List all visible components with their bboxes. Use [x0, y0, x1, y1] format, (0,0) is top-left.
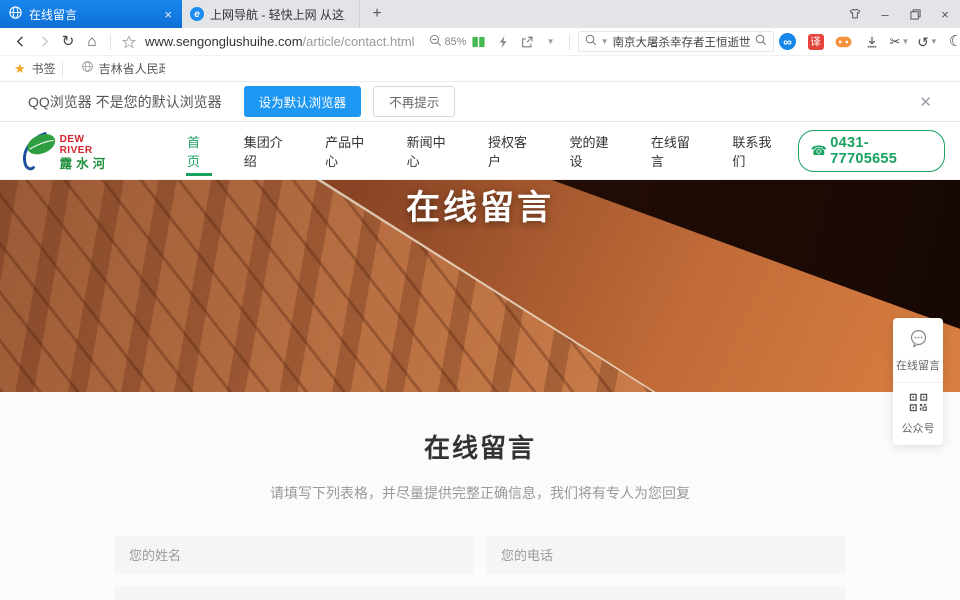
site-header: DEW RIVER 露水河 首页 集团介绍 产品中心 新闻中心 授权客户 党的建…: [0, 122, 960, 180]
search-box[interactable]: ▼ 南京大屠杀幸存者王恒逝世: [578, 31, 774, 52]
phone-icon: ☎: [811, 144, 828, 157]
nav-item-party-building[interactable]: 党的建设: [553, 122, 634, 179]
divider: [569, 34, 570, 50]
float-message-label: 在线留言: [896, 359, 940, 373]
theme-skin-icon[interactable]: [840, 0, 870, 28]
back-button[interactable]: [8, 30, 32, 54]
restore-button[interactable]: [900, 0, 930, 28]
message-bubble-icon: [908, 328, 929, 354]
address-bar[interactable]: www.sengonglushuihe.com/article/contact.…: [145, 34, 415, 49]
tab-title: 在线留言: [29, 6, 156, 23]
screenshot-scissors-icon[interactable]: ✂▼: [888, 30, 912, 54]
hero-banner: 在线留言: [0, 180, 960, 392]
translate-icon[interactable]: 译: [804, 30, 828, 54]
float-qr-label: 公众号: [902, 422, 935, 436]
divider: [110, 34, 111, 50]
message-section: 在线留言 请填写下列表格，并尽量提供完整正确信息，我们将有专人为您回复: [0, 428, 960, 600]
bookmark-item[interactable]: 吉林省人民政府网: [81, 60, 165, 78]
chevron-down-icon[interactable]: ▼: [539, 30, 563, 54]
home-button[interactable]: ⌂: [80, 30, 104, 54]
divider: [62, 61, 63, 77]
globe-icon: [8, 5, 23, 23]
phone-number: 0431-77705655: [830, 135, 932, 167]
reading-mode-icon[interactable]: [467, 30, 491, 54]
section-subtitle: 请填写下列表格，并尽量提供完整正确信息，我们将有专人为您回复: [0, 483, 960, 503]
nav-item-authorized-clients[interactable]: 授权客户: [472, 122, 553, 179]
phone-button[interactable]: ☎ 0431-77705655: [798, 130, 945, 172]
zoom-control[interactable]: 85%: [429, 34, 467, 50]
tab-bar: 在线留言 × e 上网导航 - 轻快上网 从这里开始 + – ×: [0, 0, 960, 28]
logo-text-cn: 露水河: [60, 157, 119, 171]
notification-close-icon[interactable]: ✕: [919, 93, 932, 111]
message-content-textarea[interactable]: [115, 586, 845, 600]
share-icon[interactable]: [515, 30, 539, 54]
search-icon: [585, 33, 597, 51]
tab-online-message[interactable]: 在线留言 ×: [0, 0, 182, 28]
logo-text-en: DEW RIVER: [60, 134, 119, 157]
notification-message: QQ浏览器 不是您的默认浏览器: [28, 92, 222, 112]
url-host: www.sengonglushuihe.com: [145, 34, 303, 49]
bookmarks-bar: ★ 书签 吉林省人民政府网: [0, 56, 960, 82]
dew-river-leaf-icon: [15, 128, 64, 174]
history-undo-icon[interactable]: ↺▼: [916, 30, 940, 54]
flash-lightning-icon[interactable]: [491, 30, 515, 54]
section-title: 在线留言: [0, 428, 960, 465]
hero-title: 在线留言: [0, 180, 960, 392]
nav-item-home[interactable]: 首页: [171, 122, 228, 179]
globe-icon: [81, 60, 94, 78]
toolbar-right-icons: ∞ 译 ✂▼ ↺▼ ☾ + ☰: [776, 30, 960, 54]
tab-title: 上网导航 - 轻快上网 从这里开始: [210, 6, 345, 23]
nav-item-products[interactable]: 产品中心: [309, 122, 390, 179]
nav-item-online-message[interactable]: 在线留言: [635, 122, 716, 179]
phone-input[interactable]: [487, 536, 845, 574]
web-page: DEW RIVER 露水河 首页 集团介绍 产品中心 新闻中心 授权客户 党的建…: [0, 122, 960, 600]
main-nav: 首页 集团介绍 产品中心 新闻中心 授权客户 党的建设 在线留言 联系我们: [171, 122, 798, 179]
search-engine-caret-icon[interactable]: ▼: [601, 37, 609, 46]
nav-item-contact-us[interactable]: 联系我们: [716, 122, 797, 179]
nav-item-news[interactable]: 新闻中心: [391, 122, 472, 179]
game-center-icon[interactable]: [832, 30, 856, 54]
browser-toolbar: ↻ ⌂ www.sengonglushuihe.com/article/cont…: [0, 28, 960, 56]
close-window-button[interactable]: ×: [930, 0, 960, 28]
qr-code-icon: [909, 393, 928, 417]
forward-button[interactable]: [32, 30, 56, 54]
default-browser-notification: QQ浏览器 不是您的默认浏览器 设为默认浏览器 不再提示 ✕: [0, 82, 960, 122]
tab-nav-portal[interactable]: e 上网导航 - 轻快上网 从这里开始: [182, 0, 360, 28]
minimize-button[interactable]: –: [870, 0, 900, 28]
qq-account-icon[interactable]: ∞: [776, 30, 800, 54]
dont-remind-button[interactable]: 不再提示: [373, 86, 455, 117]
search-hotword[interactable]: 南京大屠杀幸存者王恒逝世: [613, 34, 751, 50]
site-logo[interactable]: DEW RIVER 露水河: [15, 128, 119, 174]
reload-button[interactable]: ↻: [56, 30, 80, 54]
nav-item-group-intro[interactable]: 集团介绍: [228, 122, 309, 179]
name-input[interactable]: [115, 536, 473, 574]
message-form: [115, 536, 845, 600]
floating-side-widget: 在线留言 公众号: [893, 318, 943, 445]
tab-close-icon[interactable]: ×: [162, 7, 174, 22]
night-mode-icon[interactable]: ☾: [944, 30, 960, 54]
float-official-account-button[interactable]: 公众号: [893, 382, 943, 445]
search-go-icon[interactable]: [755, 33, 767, 51]
bookmark-title: 吉林省人民政府网: [99, 60, 165, 77]
url-path: /article/contact.html: [303, 34, 415, 49]
zoom-out-icon: [429, 34, 442, 50]
zoom-level: 85%: [445, 36, 467, 48]
download-icon[interactable]: [860, 30, 884, 54]
new-tab-button[interactable]: +: [360, 0, 394, 28]
e-browser-icon: e: [190, 7, 204, 21]
float-online-message-button[interactable]: 在线留言: [893, 318, 943, 382]
browser-window: 在线留言 × e 上网导航 - 轻快上网 从这里开始 + – × ↻ ⌂: [0, 0, 960, 600]
bookmark-star-icon[interactable]: [117, 30, 141, 54]
set-default-browser-button[interactable]: 设为默认浏览器: [244, 86, 362, 117]
window-controls: – ×: [840, 0, 960, 28]
bookmarks-star-icon[interactable]: ★: [14, 61, 26, 77]
bookmarks-label[interactable]: 书签: [32, 60, 56, 77]
